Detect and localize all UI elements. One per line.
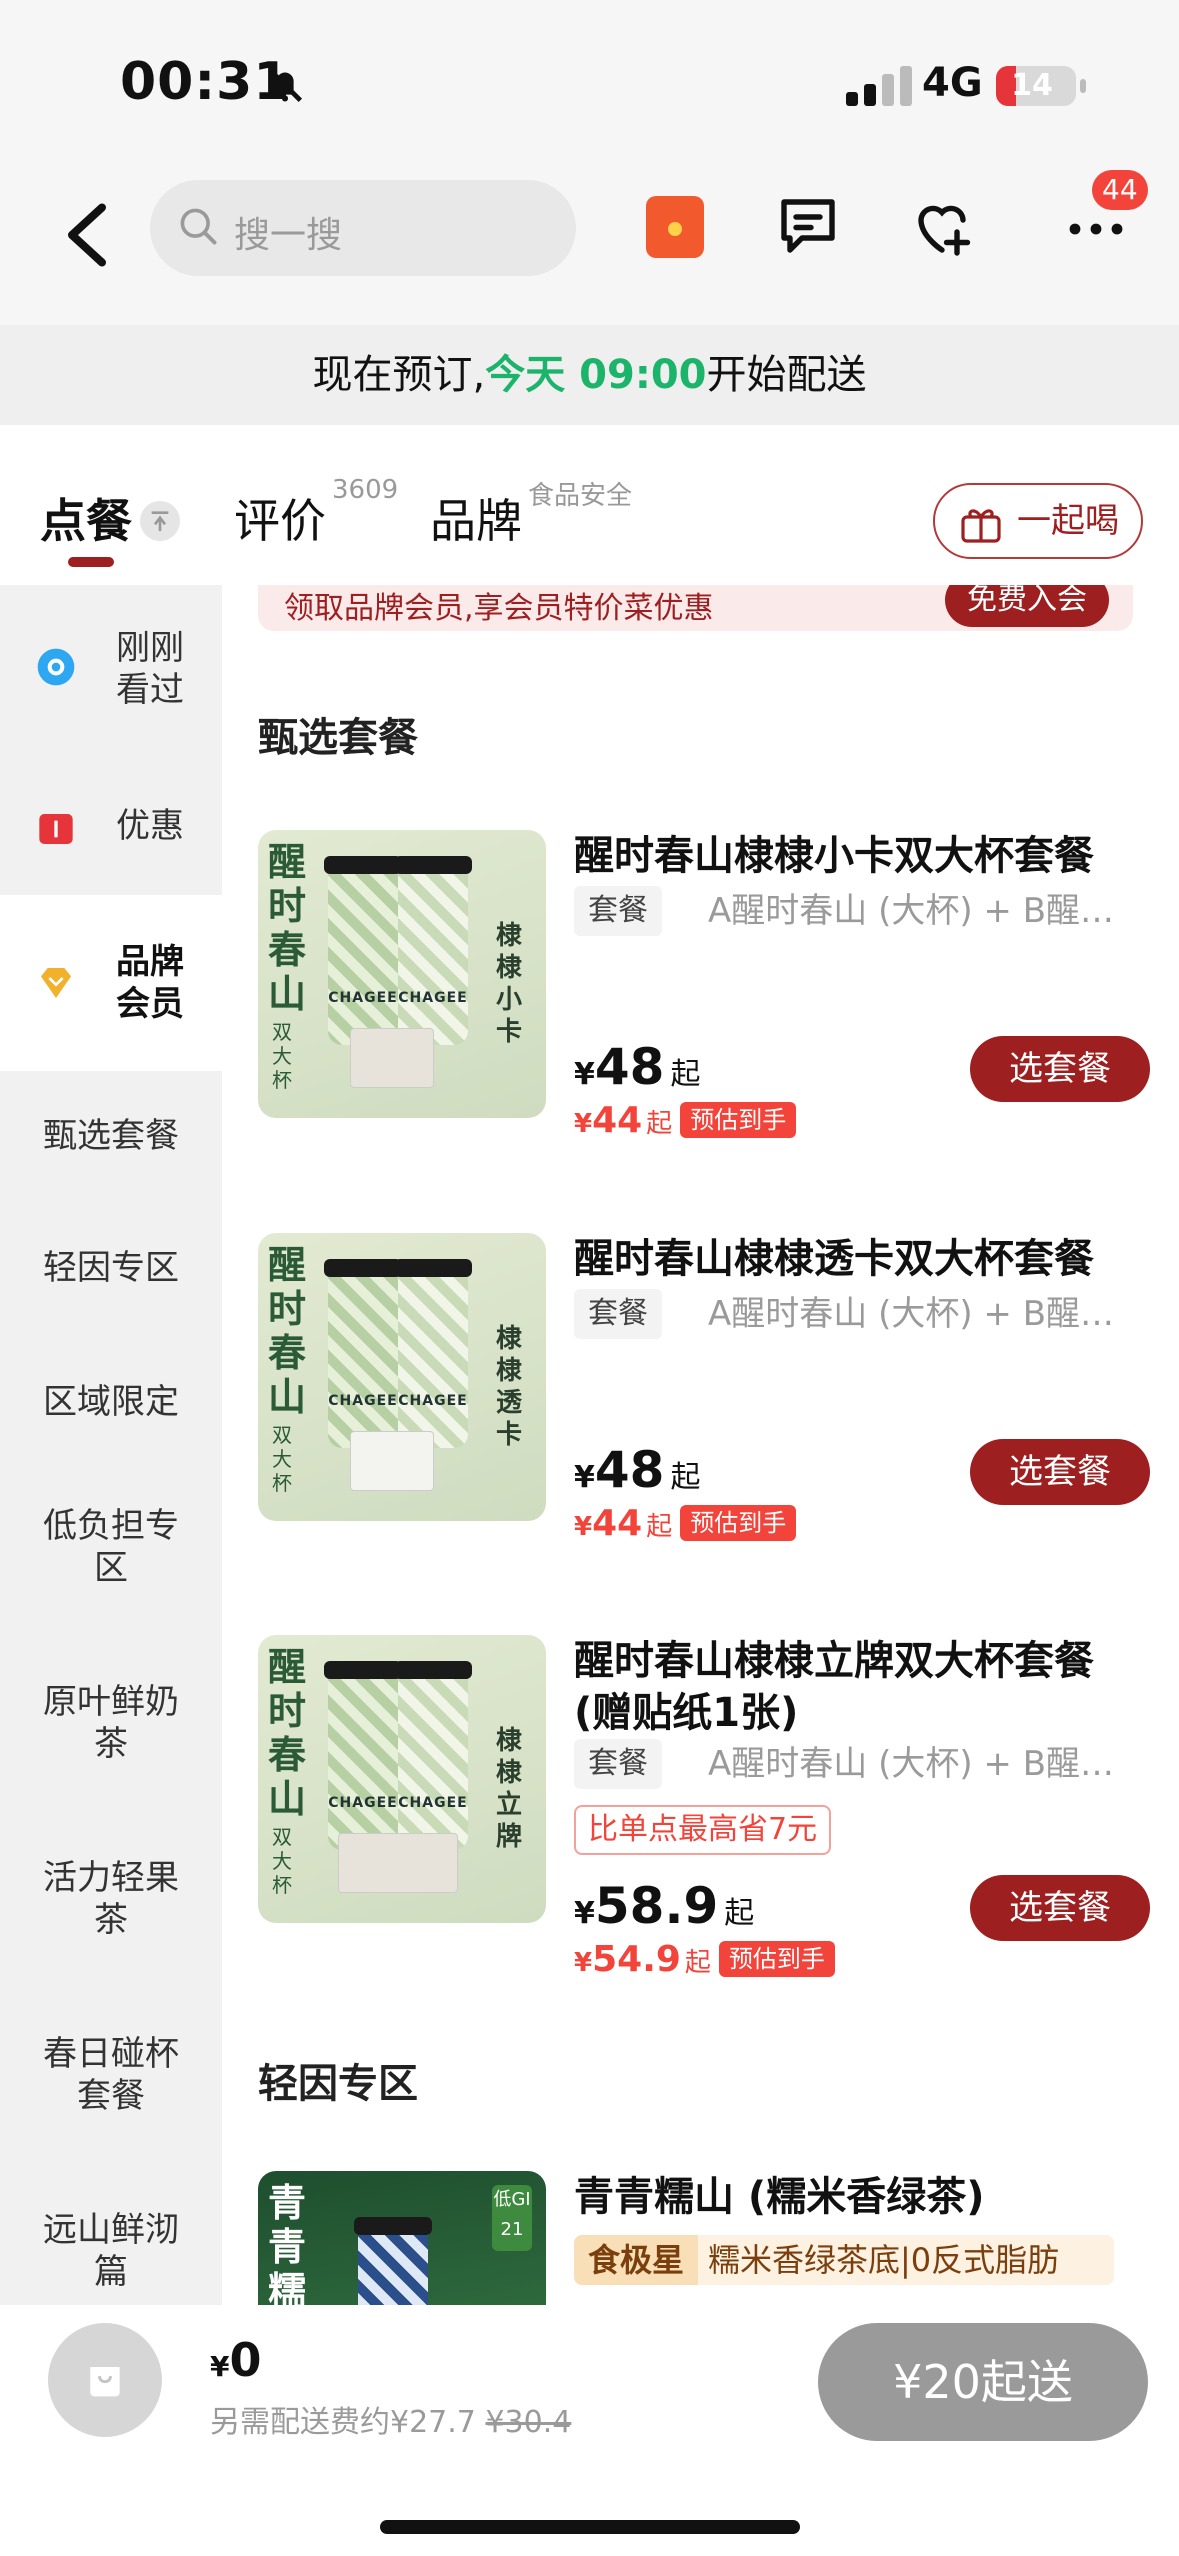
sidebar-item[interactable]: 甄选套餐 [0,1115,222,1157]
group-order-button[interactable]: 一起喝 [933,483,1143,559]
search-input[interactable]: 搜一搜 [150,180,576,276]
sidebar-item[interactable]: 活力轻果茶 [0,1857,222,1941]
product-tag: 套餐 [574,1289,662,1339]
member-banner-text: 领取品牌会员,享会员特价菜优惠 [284,591,714,626]
product-card[interactable]: 醒时春山 双大杯 CHAGEE CHAGEE 棣棣透卡 醒时春山棣棣透卡双大杯套… [258,1233,1150,1553]
nutrition-star-badge[interactable]: 食极星 糯米香绿茶底|0反式脂肪 [574,2235,1114,2285]
sidebar-item[interactable]: 春日碰杯套餐 [0,2033,222,2117]
member-banner[interactable]: 领取品牌会员,享会员特价菜优惠 免费入会 [258,585,1133,631]
battery-icon: 14 [996,66,1086,106]
home-indicator [380,2520,800,2534]
select-combo-button[interactable]: 选套餐 [970,1036,1150,1102]
tab-order[interactable]: 点餐 [40,485,132,551]
active-tab-indicator [68,557,114,567]
join-member-button[interactable]: 免费入会 [945,585,1109,627]
cart-total: ¥0 [210,2333,262,2387]
category-sidebar: 刚刚看过 优惠 品牌会员 甄选套餐 轻因专区 区域限定 低负担专区 原叶鲜奶茶 … [0,585,222,2305]
section-title: 甄选套餐 [258,715,418,761]
food-safety-label: 食品安全 [528,481,633,511]
delivery-notice: 现在预订,今天 09:00开始配送 [0,325,1179,425]
low-gi-badge: 低GI 21 [492,2185,532,2251]
red-packet-icon[interactable] [646,196,704,258]
tab-bar: 点餐 评价3609 品牌 食品安全 一起喝 [0,425,1179,585]
product-desc: A醒时春山 (大杯) + B醒时… [708,1744,1138,1784]
notice-prefix: 现在预订, [312,352,486,398]
back-arrow-icon[interactable] [62,200,112,270]
favorite-add-icon[interactable] [906,190,978,262]
product-price: ¥48 起 [574,1441,701,1499]
product-card[interactable]: 醒时春山 双大杯 CHAGEE CHAGEE 棣棣小卡 醒时春山棣棣小卡双大杯套… [258,830,1150,1150]
sidebar-item[interactable]: 轻因专区 [0,1247,222,1289]
mute-bell-icon [267,67,303,103]
min-order-button[interactable]: ¥20起送 [818,2323,1148,2441]
pin-top-icon[interactable] [140,501,180,541]
sidebar-item[interactable]: 原叶鲜奶茶 [0,1681,222,1765]
product-name: 醒时春山棣棣立牌双大杯套餐 (赠贴纸1张) [574,1638,1094,1736]
product-desc: A醒时春山 (大杯) + B醒时… [708,1294,1138,1334]
select-combo-button[interactable]: 选套餐 [970,1439,1150,1505]
product-image: 醒时春山 双大杯 CHAGEE CHAGEE 棣棣立牌 [258,1635,546,1923]
tab-reviews[interactable]: 评价3609 [234,475,398,551]
product-list: 领取品牌会员,享会员特价菜优惠 免费入会 甄选套餐 醒时春山 双大杯 CHAGE… [222,585,1179,2305]
review-count: 3609 [332,475,399,505]
product-price: ¥48 起 [574,1038,701,1096]
cart-bar: ¥0 另需配送费约¥27.7 ¥30.4 ¥20起送 [0,2305,1179,2556]
eye-icon [37,648,75,686]
tab-brand[interactable]: 品牌 食品安全 [430,481,632,551]
product-card[interactable]: 青青糯山 低GI 21 CHAGEE 青青糯山 (糯米香绿茶) 食极星 糯米香绿… [258,2171,1138,2305]
notice-suffix: 开始配送 [706,352,867,398]
coupon-icon [39,814,73,844]
sidebar-item[interactable]: 区域限定 [0,1381,222,1423]
select-combo-button[interactable]: 选套餐 [970,1875,1150,1941]
section-title: 轻因专区 [258,2061,418,2107]
estimated-price: ¥44 起预估到手 [574,1100,797,1141]
cart-button[interactable] [48,2323,162,2437]
product-image: 醒时春山 双大杯 CHAGEE CHAGEE 棣棣透卡 [258,1233,546,1521]
search-icon [180,208,217,245]
sidebar-item[interactable]: 远山鲜沏篇 [0,2209,222,2293]
network-type: 4G [922,60,983,106]
estimated-price: ¥44 起预估到手 [574,1503,797,1544]
status-bar: 00:31 4G 14 [0,0,1179,160]
product-desc: A醒时春山 (大杯) + B醒时… [708,891,1138,931]
notice-time: 今天 09:00 [485,352,707,398]
product-tag: 套餐 [574,886,662,936]
shopping-bag-icon [90,2367,120,2397]
product-image: 醒时春山 双大杯 CHAGEE CHAGEE 棣棣小卡 [258,830,546,1118]
sidebar-item[interactable]: 低负担专区 [0,1505,222,1589]
top-nav: 搜一搜 44 [0,160,1179,325]
product-tag: 套餐 [574,1739,662,1789]
estimated-price: ¥54.9 起预估到手 [574,1939,835,1980]
product-image: 青青糯山 低GI 21 CHAGEE [258,2171,546,2305]
product-name: 醒时春山棣棣小卡双大杯套餐 [574,833,1094,879]
product-card[interactable]: 醒时春山 双大杯 CHAGEE CHAGEE 棣棣立牌 醒时春山棣棣立牌双大杯套… [258,1635,1150,2035]
search-placeholder: 搜一搜 [234,215,343,256]
message-icon[interactable] [772,190,844,262]
delivery-fee: 另需配送费约¥27.7 ¥30.4 [210,2405,572,2440]
gift-icon [961,509,1001,543]
product-name: 醒时春山棣棣透卡双大杯套餐 [574,1236,1094,1282]
product-name: 青青糯山 (糯米香绿茶) [574,2174,985,2220]
diamond-icon [41,968,71,998]
product-price: ¥58.9 起 [574,1877,755,1935]
more-badge: 44 [1092,170,1148,210]
group-order-label: 一起喝 [1017,501,1119,541]
battery-level: 14 [1011,68,1053,103]
savings-badge: 比单点最高省7元 [574,1805,832,1855]
